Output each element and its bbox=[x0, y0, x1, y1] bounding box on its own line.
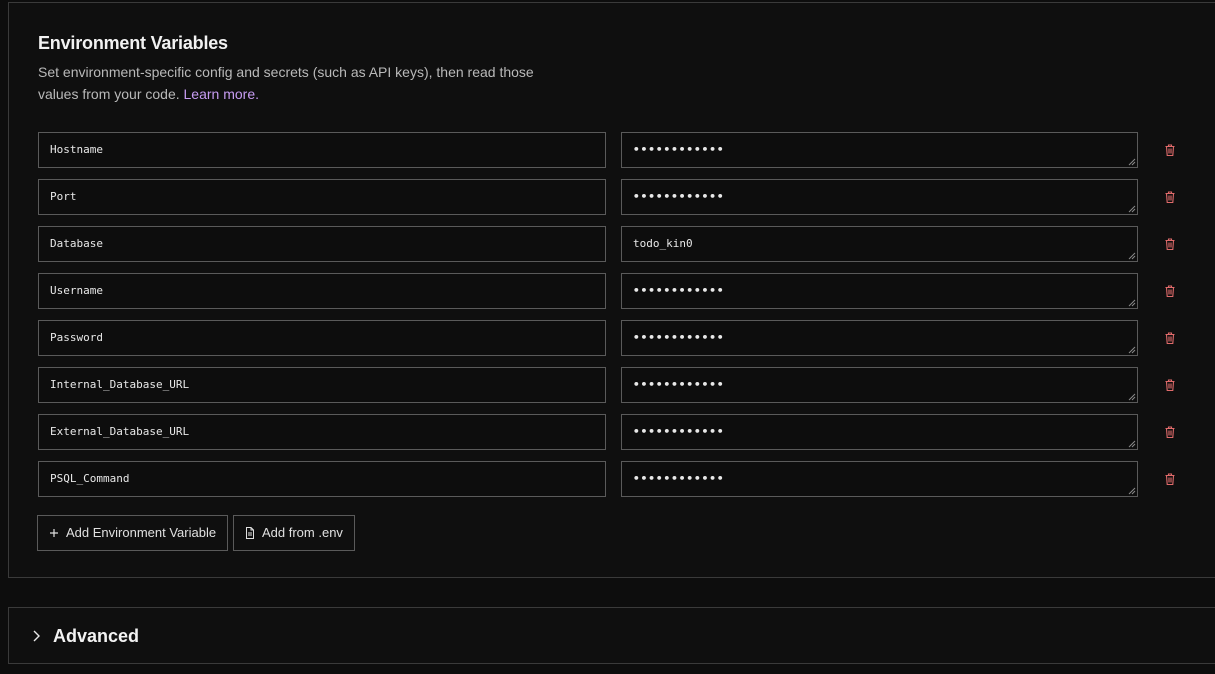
learn-more-link[interactable]: Learn more. bbox=[184, 86, 259, 102]
env-key-input[interactable]: Password bbox=[38, 320, 606, 356]
env-value-text: •••••••••••• bbox=[633, 425, 725, 438]
env-value-input[interactable]: •••••••••••• bbox=[621, 179, 1138, 215]
env-variable-row: Hostname •••••••••••• bbox=[38, 132, 1178, 168]
env-key-input[interactable]: Database bbox=[38, 226, 606, 262]
env-key-input[interactable]: Port bbox=[38, 179, 606, 215]
resize-handle-icon[interactable] bbox=[1128, 487, 1136, 495]
env-value-text: •••••••••••• bbox=[633, 331, 725, 344]
file-icon bbox=[246, 527, 254, 539]
resize-handle-icon[interactable] bbox=[1128, 158, 1136, 166]
env-variable-row: PSQL_Command •••••••••••• bbox=[38, 461, 1178, 497]
add-from-env-button[interactable]: Add from .env bbox=[233, 515, 355, 551]
advanced-label: Advanced bbox=[53, 626, 140, 646]
env-variable-row: Database todo_kin0 bbox=[38, 226, 1178, 262]
env-variable-row: Port •••••••••••• bbox=[38, 179, 1178, 215]
env-variable-row: External_Database_URL •••••••••••• bbox=[38, 414, 1178, 450]
section-title: Environment Variables bbox=[38, 33, 228, 53]
resize-handle-icon[interactable] bbox=[1128, 299, 1136, 307]
env-value-input[interactable]: •••••••••••• bbox=[621, 414, 1138, 450]
env-key-input[interactable]: External_Database_URL bbox=[38, 414, 606, 450]
delete-variable-icon[interactable] bbox=[1162, 377, 1178, 393]
env-value-input[interactable]: •••••••••••• bbox=[621, 132, 1138, 168]
env-value-text: •••••••••••• bbox=[633, 190, 725, 203]
env-value-text: todo_kin0 bbox=[633, 237, 693, 250]
description-text: Set environment-specific config and secr… bbox=[38, 64, 534, 102]
env-variable-row: Internal_Database_URL •••••••••••• bbox=[38, 367, 1178, 403]
env-value-text: •••••••••••• bbox=[633, 378, 725, 391]
delete-variable-icon[interactable] bbox=[1162, 330, 1178, 346]
delete-variable-icon[interactable] bbox=[1162, 424, 1178, 440]
add-variable-label: Add Environment Variable bbox=[66, 525, 217, 540]
environment-variables-panel: Environment Variables Set environment-sp… bbox=[8, 2, 1215, 578]
env-variable-row: Password •••••••••••• bbox=[38, 320, 1178, 356]
section-description: Set environment-specific config and secr… bbox=[38, 61, 558, 105]
add-environment-variable-button[interactable]: Add Environment Variable bbox=[37, 515, 229, 551]
resize-handle-icon[interactable] bbox=[1128, 440, 1136, 448]
env-value-text: •••••••••••• bbox=[633, 472, 725, 485]
delete-variable-icon[interactable] bbox=[1162, 283, 1178, 299]
env-value-input[interactable]: todo_kin0 bbox=[621, 226, 1138, 262]
chevron-right-icon bbox=[33, 630, 40, 642]
resize-handle-icon[interactable] bbox=[1128, 205, 1136, 213]
env-variable-row: Username •••••••••••• bbox=[38, 273, 1178, 309]
env-value-input[interactable]: •••••••••••• bbox=[621, 367, 1138, 403]
delete-variable-icon[interactable] bbox=[1162, 236, 1178, 252]
add-from-env-label: Add from .env bbox=[262, 525, 343, 540]
delete-variable-icon[interactable] bbox=[1162, 189, 1178, 205]
resize-handle-icon[interactable] bbox=[1128, 393, 1136, 401]
env-value-text: •••••••••••• bbox=[633, 284, 725, 297]
env-key-input[interactable]: Hostname bbox=[38, 132, 606, 168]
resize-handle-icon[interactable] bbox=[1128, 346, 1136, 354]
env-key-input[interactable]: Username bbox=[38, 273, 606, 309]
env-key-input[interactable]: Internal_Database_URL bbox=[38, 367, 606, 403]
env-value-text: •••••••••••• bbox=[633, 143, 725, 156]
resize-handle-icon[interactable] bbox=[1128, 252, 1136, 260]
env-value-input[interactable]: •••••••••••• bbox=[621, 461, 1138, 497]
env-value-input[interactable]: •••••••••••• bbox=[621, 320, 1138, 356]
env-value-input[interactable]: •••••••••••• bbox=[621, 273, 1138, 309]
plus-icon bbox=[50, 529, 58, 537]
delete-variable-icon[interactable] bbox=[1162, 142, 1178, 158]
delete-variable-icon[interactable] bbox=[1162, 471, 1178, 487]
advanced-section-toggle[interactable]: Advanced bbox=[8, 607, 1215, 664]
env-key-input[interactable]: PSQL_Command bbox=[38, 461, 606, 497]
